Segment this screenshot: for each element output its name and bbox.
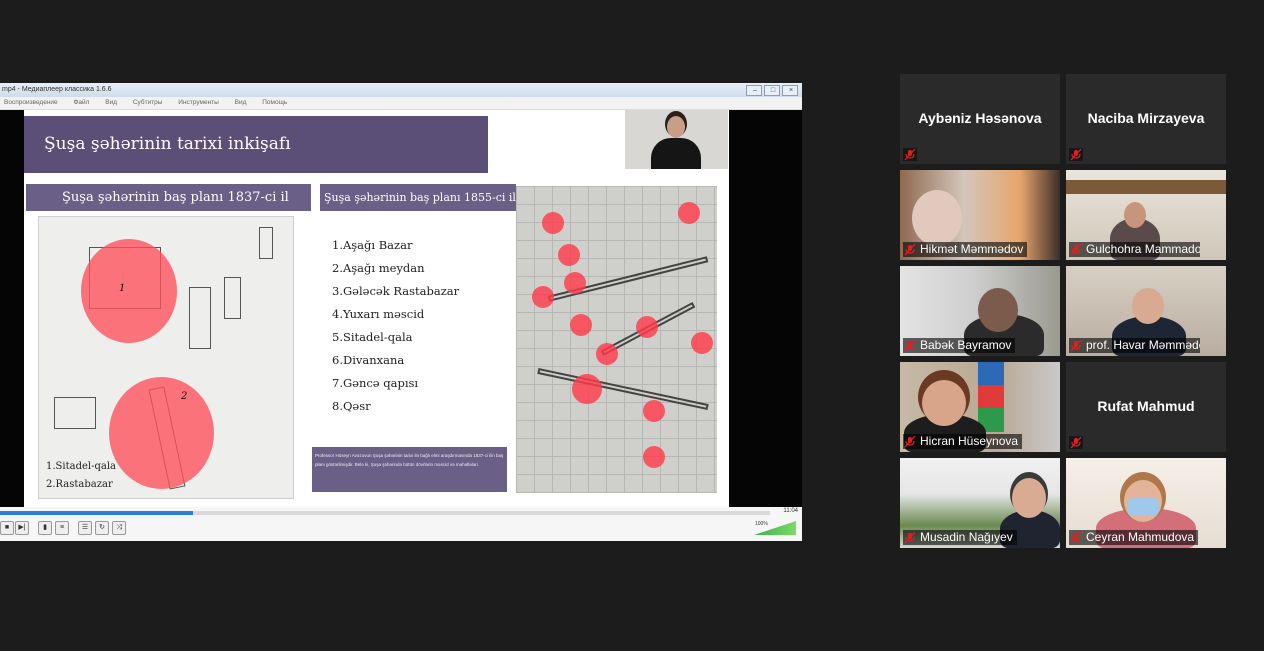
- participant-name: Hikmət Məmmədov: [920, 242, 1024, 256]
- shared-screen: mp4 - Медиаплеер классика 1.6.6 – □ × Во…: [0, 83, 802, 541]
- participant-tile[interactable]: Naciba Mirzayeva: [1066, 74, 1226, 164]
- seek-bar-fill: [0, 511, 193, 515]
- participant-name-tag: prof. Havar Məmmədov: [1069, 338, 1200, 353]
- list-item: 5.Sitadel-qala: [332, 330, 413, 344]
- player-menu-bar: Воспроизведение Файл Вид Субтитры Инстру…: [0, 97, 802, 110]
- minimize-icon[interactable]: –: [746, 85, 762, 96]
- participant-name: Naciba Mirzayeva: [1087, 110, 1205, 126]
- participant-tile[interactable]: Hikmət Məmmədov: [900, 170, 1060, 260]
- list-item: 4.Yuxarı məscid: [332, 307, 425, 321]
- plan-1837-heading: Şuşa şəhərinin baş planı 1837-ci il: [26, 184, 311, 211]
- maximize-icon[interactable]: □: [764, 85, 780, 96]
- microphone-muted-icon: [903, 148, 917, 161]
- list-item: 8.Qəsr: [332, 399, 371, 413]
- plan-1855-heading: Şuşa şəhərinin baş planı 1855-ci il: [320, 184, 516, 211]
- participant-name: Rufat Mahmud: [1097, 398, 1195, 414]
- participant-name: Hicran Hüseynova: [920, 434, 1019, 448]
- microphone-muted-icon: [1069, 531, 1083, 544]
- map-pin-label: 2: [181, 391, 188, 402]
- participant-name: Aybəniz Həsənova: [918, 110, 1042, 126]
- landmark-list: 1.Aşağı Bazar 2.Aşağı meydan 3.Gələcək R…: [332, 238, 459, 422]
- participant-name-tag: Hikmət Məmmədov: [903, 242, 1028, 257]
- player-title-bar: mp4 - Медиаплеер классика 1.6.6 – □ ×: [0, 83, 802, 97]
- participant-tile[interactable]: Ceyran Mahmudova: [1066, 458, 1226, 548]
- participant-name: Musadin Nağıyev: [920, 530, 1013, 544]
- microphone-muted-icon: [1069, 339, 1083, 352]
- equalizer-icon[interactable]: ≡: [55, 521, 69, 535]
- participant-name: Ceyran Mahmudova: [1086, 530, 1195, 544]
- video-area[interactable]: Şuşa şəhərinin tarixi inkişafı Şuşa şəhə…: [0, 110, 802, 507]
- participant-tile[interactable]: Musadin Nağıyev: [900, 458, 1060, 548]
- menu-item[interactable]: Субтитры: [133, 99, 163, 106]
- participant-name: Gulchohra Mammadova: [1086, 242, 1200, 256]
- playback-time: 11:04: [783, 508, 798, 514]
- slide-title: Şuşa şəhərinin tarixi inkişafı: [24, 116, 488, 173]
- participant-name-tag: Gulchohra Mammadova: [1069, 242, 1200, 257]
- list-item: 3.Gələcək Rastabazar: [332, 284, 460, 298]
- presenter-camera: [625, 110, 728, 169]
- stop-icon[interactable]: ■: [0, 521, 14, 535]
- player-window-title: mp4 - Медиаплеер классика 1.6.6: [2, 86, 112, 93]
- participant-name: prof. Havar Məmmədov: [1086, 338, 1200, 352]
- menu-item[interactable]: Инструменты: [178, 99, 219, 106]
- participant-tile[interactable]: Hicran Hüseynova: [900, 362, 1060, 452]
- participant-name-tag: Babək Bayramov: [903, 338, 1016, 353]
- participant-name: Babək Bayramov: [920, 338, 1012, 352]
- next-icon[interactable]: ▶|: [15, 521, 29, 535]
- map-1837-image: 1 2 1.Sitadel-qala 2.Rastabazar: [38, 216, 294, 499]
- player-controls: 11:04 ■ ▶| ▮ ≡ ☰ ↻ ⤨ 100%: [0, 507, 802, 541]
- participant-name-tag: Ceyran Mahmudova: [1069, 530, 1199, 545]
- list-item: 2.Aşağı meydan: [332, 261, 425, 275]
- menu-item[interactable]: Вид: [235, 99, 247, 106]
- microphone-muted-icon: [1069, 148, 1083, 161]
- microphone-muted-icon: [903, 243, 917, 256]
- menu-item[interactable]: Помощь: [262, 99, 287, 106]
- playlist-icon[interactable]: ☰: [78, 521, 92, 535]
- map-pin-label: 1: [119, 283, 126, 294]
- participant-tile[interactable]: Gulchohra Mammadova: [1066, 170, 1226, 260]
- map-legend-item: 1.Sitadel-qala: [46, 461, 116, 472]
- presentation-slide: Şuşa şəhərinin tarixi inkişafı Şuşa şəhə…: [24, 110, 729, 507]
- microphone-muted-icon: [1069, 436, 1083, 449]
- map-1855-image: [516, 186, 717, 493]
- list-item: 1.Aşağı Bazar: [332, 238, 413, 252]
- map-legend-item: 2.Rastabazar: [46, 479, 113, 490]
- participant-tile[interactable]: Babək Bayramov: [900, 266, 1060, 356]
- participant-tile[interactable]: Aybəniz Həsənova: [900, 74, 1060, 164]
- participant-tile[interactable]: prof. Havar Məmmədov: [1066, 266, 1226, 356]
- list-item: 6.Divanxana: [332, 353, 405, 367]
- menu-item[interactable]: Воспроизведение: [4, 99, 58, 106]
- repeat-icon[interactable]: ↻: [95, 521, 109, 535]
- participant-name-tag: Musadin Nağıyev: [903, 530, 1017, 545]
- participant-video: [912, 190, 962, 246]
- participant-name-tag: Hicran Hüseynova: [903, 434, 1023, 449]
- menu-item[interactable]: Вид: [105, 99, 117, 106]
- menu-item[interactable]: Файл: [73, 99, 89, 106]
- microphone-muted-icon: [903, 531, 917, 544]
- volume-level: 100%: [755, 521, 768, 527]
- list-item: 7.Gəncə qapısı: [332, 376, 419, 390]
- participant-tile[interactable]: Rufat Mahmud: [1066, 362, 1226, 452]
- seek-bar[interactable]: [0, 511, 770, 515]
- close-icon[interactable]: ×: [782, 85, 798, 96]
- frame-step-icon[interactable]: ▮: [38, 521, 52, 535]
- microphone-muted-icon: [903, 435, 917, 448]
- slide-caption: Professor Hüseyn Avəzovun Şuşa şəhərinin…: [312, 447, 507, 492]
- microphone-muted-icon: [903, 339, 917, 352]
- shuffle-icon[interactable]: ⤨: [112, 521, 126, 535]
- microphone-muted-icon: [1069, 243, 1083, 256]
